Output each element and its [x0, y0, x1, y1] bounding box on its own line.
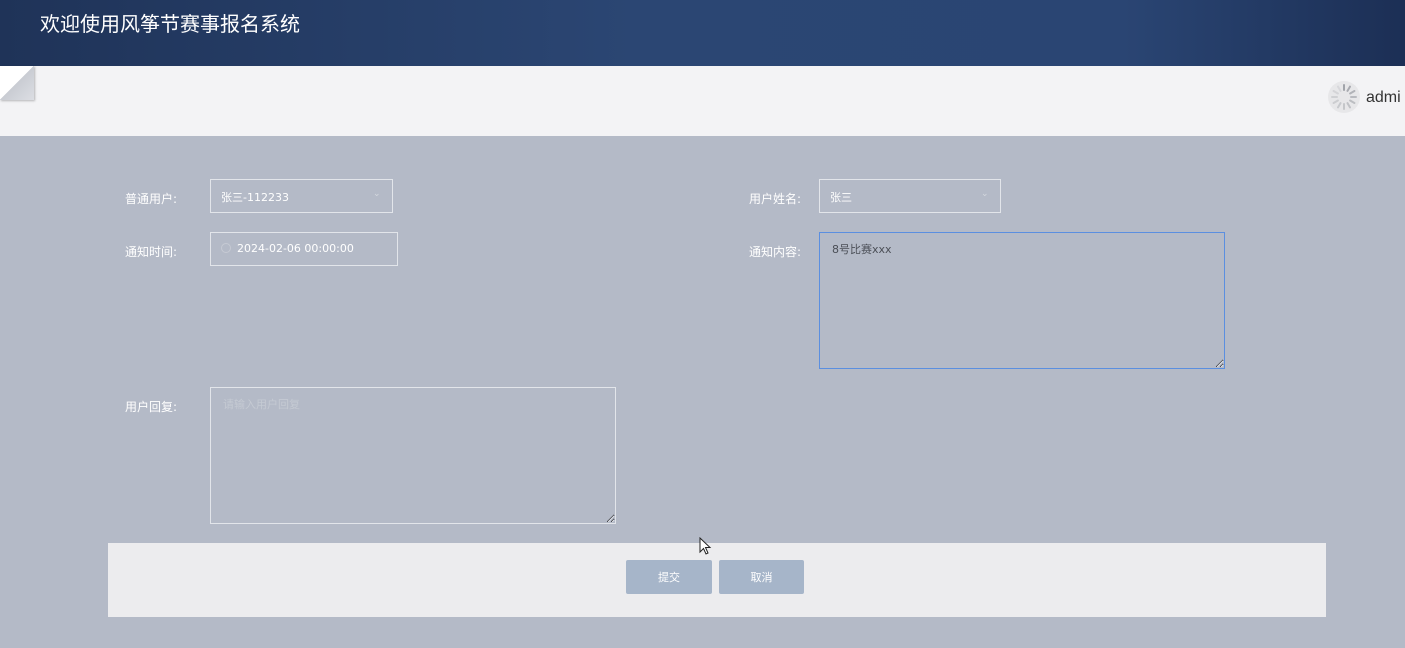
user-name-value: 张三 [830, 191, 852, 204]
user-name-select[interactable]: 张三 ⌄ [819, 179, 1001, 213]
top-header: 欢迎使用风筝节赛事报名系统 [0, 0, 1405, 66]
user-name-label: 用户姓名: [748, 192, 801, 206]
notify-time-picker[interactable]: 2024-02-06 00:00:00 [210, 232, 398, 266]
chevron-down-icon: ⌄ [981, 189, 989, 199]
normal-user-label: 普通用户: [124, 192, 177, 206]
form-actions-bar [108, 543, 1326, 617]
cancel-button[interactable]: 取消 [719, 560, 804, 594]
notify-time-label: 通知时间: [124, 245, 177, 259]
chevron-down-icon: ⌄ [373, 189, 381, 199]
user-reply-label: 用户回复: [124, 400, 177, 414]
notify-time-value: 2024-02-06 00:00:00 [237, 242, 354, 255]
normal-user-value: 张三-112233 [221, 191, 289, 204]
submit-button[interactable]: 提交 [626, 560, 712, 594]
user-reply-textarea[interactable] [210, 387, 616, 524]
clock-icon [221, 243, 231, 253]
mouse-cursor-icon [699, 537, 712, 555]
normal-user-select[interactable]: 张三-112233 ⌄ [210, 179, 393, 213]
app-title: 欢迎使用风筝节赛事报名系统 [40, 12, 300, 36]
username[interactable]: admi [1366, 89, 1401, 107]
sub-header-bar [0, 66, 1405, 136]
loading-spinner-icon [1331, 84, 1357, 110]
notify-content-label: 通知内容: [748, 245, 801, 259]
notify-content-textarea[interactable]: 8号比赛xxx [819, 232, 1225, 369]
avatar[interactable] [1328, 81, 1360, 113]
collapse-menu-corner-icon[interactable] [0, 66, 34, 100]
